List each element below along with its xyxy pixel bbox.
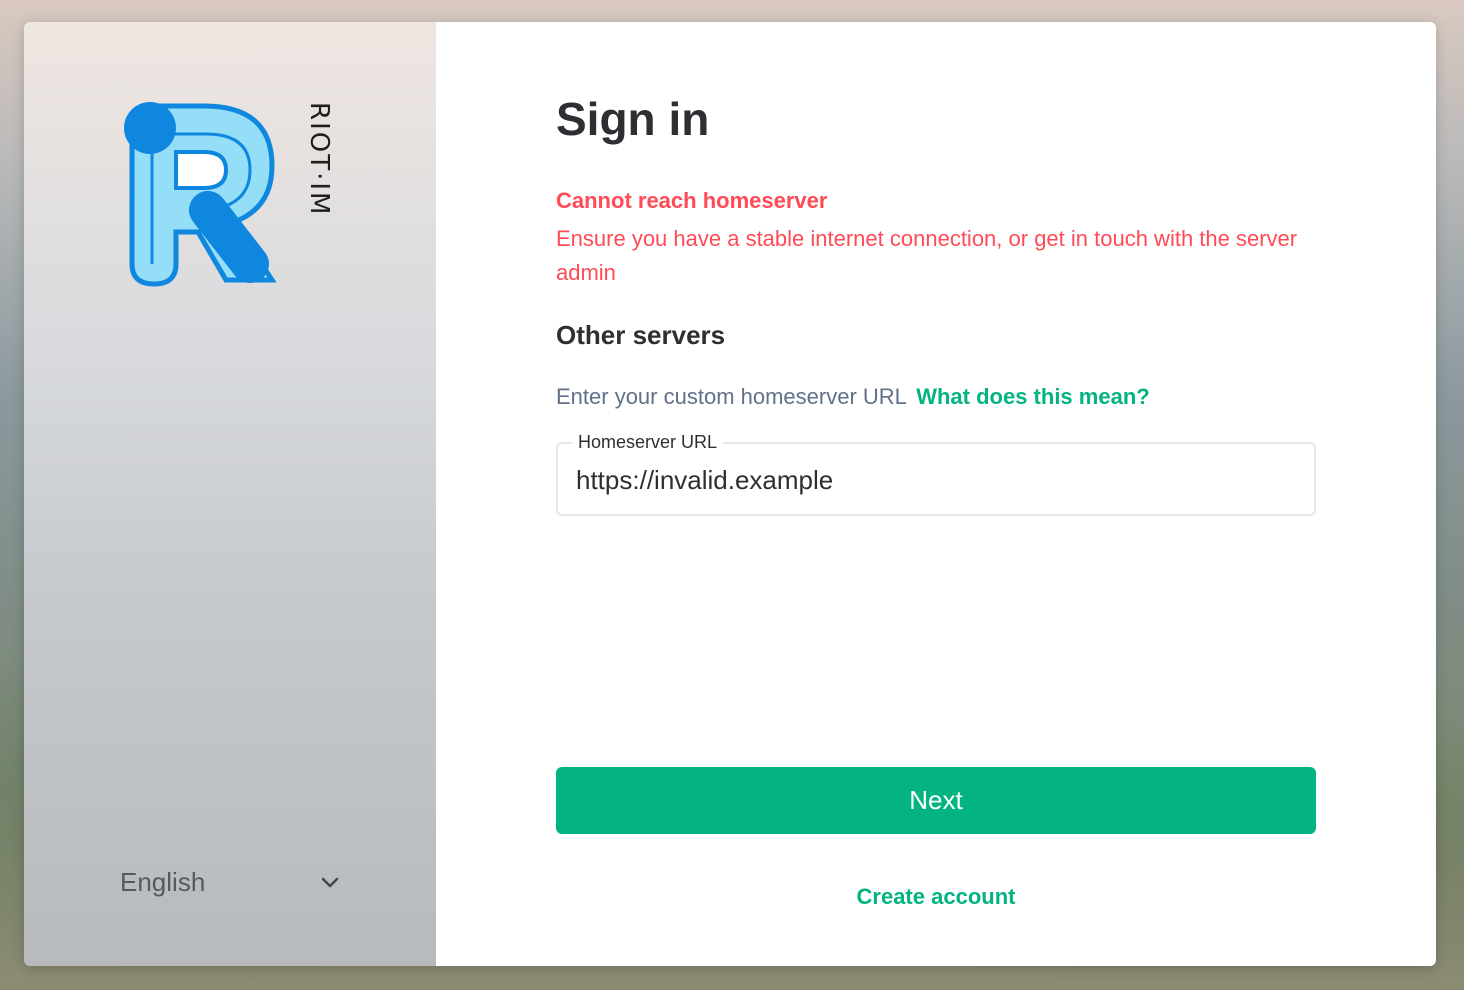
what-does-this-mean-link[interactable]: What does this mean? — [916, 384, 1149, 409]
next-button[interactable]: Next — [556, 767, 1316, 834]
error-title: Cannot reach homeserver — [556, 188, 828, 213]
homeserver-url-field: Homeserver URL — [556, 432, 1316, 516]
homeserver-url-input[interactable] — [576, 462, 1296, 498]
auth-main: Sign in Cannot reach homeserver Ensure y… — [436, 22, 1436, 966]
page-title: Sign in — [556, 93, 710, 145]
riot-logo-icon — [124, 102, 277, 287]
chevron-down-icon — [321, 877, 339, 888]
create-account-link[interactable]: Create account — [556, 884, 1316, 910]
homeserver-url-label: Homeserver URL — [572, 432, 724, 453]
auth-sidebar: RIOT·IM English — [24, 22, 436, 966]
section-title: Other servers — [556, 320, 726, 350]
auth-dialog: RIOT·IM English Sign in Cannot reach hom… — [24, 22, 1436, 966]
error-message: Ensure you have a stable internet connec… — [556, 226, 1298, 285]
language-selector[interactable]: English — [120, 860, 340, 904]
language-label: English — [120, 866, 206, 897]
homeserver-hint: Enter your custom homeserver URL What do… — [556, 384, 1150, 410]
riot-wordmark: RIOT·IM — [304, 102, 334, 217]
hint-text: Enter your custom homeserver URL — [556, 384, 907, 409]
